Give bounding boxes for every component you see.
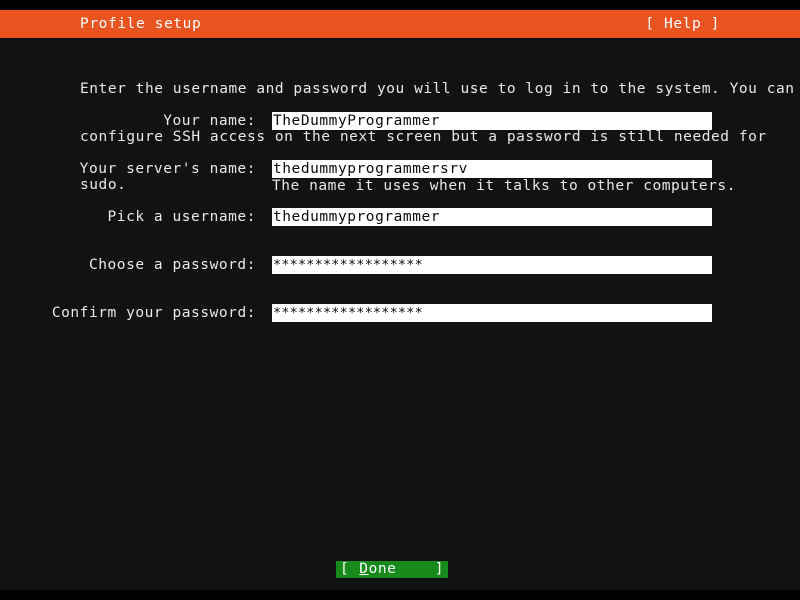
input-username[interactable]: thedummyprogrammer <box>272 208 712 226</box>
done-accelerator-key: D <box>359 561 369 577</box>
field-row-your-name: Your name: TheDummyProgrammer <box>0 112 800 130</box>
label-your-name: Your name: <box>163 113 256 129</box>
done-button[interactable]: [ Done ] <box>336 561 448 578</box>
installer-screen: Profile setup [ Help ] Enter the usernam… <box>0 0 800 600</box>
help-button[interactable]: [ Help ] <box>645 16 720 33</box>
field-row-password: Choose a password: ****************** <box>0 256 800 274</box>
input-password[interactable]: ****************** <box>272 256 712 274</box>
done-label-rest: one <box>368 561 397 577</box>
profile-form: Your name: TheDummyProgrammer Your serve… <box>0 0 800 600</box>
input-your-name[interactable]: TheDummyProgrammer <box>272 112 712 130</box>
input-server-name[interactable]: thedummyprogrammersrv <box>272 160 712 178</box>
label-username: Pick a username: <box>107 209 256 225</box>
field-row-username: Pick a username: thedummyprogrammer <box>0 208 800 226</box>
input-confirm-password[interactable]: ****************** <box>272 304 712 322</box>
hint-server-name: The name it uses when it talks to other … <box>272 178 736 194</box>
label-password: Choose a password: <box>88 257 256 273</box>
field-row-confirm-password: Confirm your password: *****************… <box>0 304 800 322</box>
label-confirm-password: Confirm your password: <box>51 305 256 321</box>
done-close-bracket: ] <box>434 561 444 577</box>
done-button-label: Done <box>359 561 396 578</box>
page-title: Profile setup <box>80 16 202 32</box>
done-open-bracket: [ <box>340 561 350 577</box>
field-row-server-name: Your server's name: thedummyprogrammersr… <box>0 160 800 178</box>
label-server-name: Your server's name: <box>79 161 256 177</box>
